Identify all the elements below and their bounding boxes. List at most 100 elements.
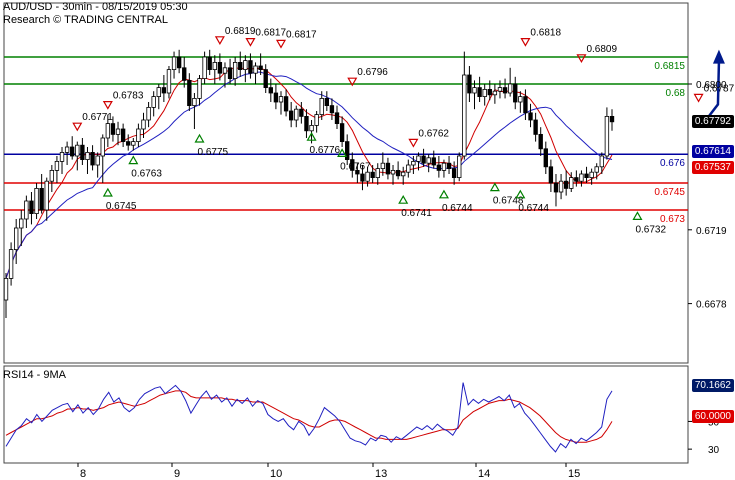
- swing-high-marker: [214, 36, 225, 46]
- swing-high-label: 0.6783: [113, 91, 144, 102]
- candle-body: [54, 160, 60, 171]
- level-label-resistance: 0.6815: [654, 61, 685, 72]
- candle-body: [416, 155, 421, 162]
- candle-body: [314, 114, 319, 126]
- candle-body: [304, 116, 309, 132]
- candle-body: [472, 87, 477, 94]
- candle-body: [579, 173, 584, 182]
- swing-low-marker: [398, 194, 409, 204]
- swing-low-label: 0.6741: [401, 208, 432, 219]
- candle-body: [85, 151, 90, 160]
- chart-attribution: Research © TRADING CENTRAL: [3, 14, 168, 26]
- candle-body: [136, 128, 141, 143]
- swing-low-marker: [102, 187, 113, 197]
- level-label-support: 0.673: [660, 214, 685, 225]
- swing-low-marker: [489, 182, 500, 192]
- swing-low-marker: [194, 133, 205, 143]
- x-tick-label: 13: [375, 468, 387, 480]
- candle-body: [309, 125, 314, 132]
- candle-body: [339, 123, 345, 142]
- candle-body: [406, 164, 411, 173]
- chart-canvas: 0.68150.680.6760.67450.673 0.67710.67830…: [3, 2, 735, 480]
- chart-frame: [3, 2, 689, 464]
- candle-body: [513, 83, 518, 103]
- rsi-panel-border: [3, 365, 689, 464]
- candle-body: [334, 112, 340, 125]
- candle-body: [518, 96, 523, 103]
- candle-body: [482, 89, 487, 98]
- candle-body: [95, 155, 100, 166]
- candle-body: [528, 112, 533, 121]
- swing-high-marker: [520, 37, 531, 47]
- candle-body: [548, 166, 554, 184]
- candle-body: [197, 78, 202, 99]
- swing-high-marker: [693, 93, 704, 103]
- candle-body: [446, 162, 452, 169]
- candle-body: [563, 180, 569, 189]
- last-price-tag: 0.67792: [691, 115, 734, 129]
- candle-body: [436, 164, 442, 171]
- candle-body: [533, 119, 538, 135]
- ma-fast-value-tag: 0.67537: [691, 161, 734, 175]
- rsi-line: [5, 382, 613, 453]
- candle-body: [120, 128, 126, 143]
- candle-body: [227, 67, 233, 80]
- candle-body: [156, 87, 161, 97]
- candle-body: [273, 92, 279, 103]
- axes: 8 9 10 13 14 150.68000.67190.66785030: [77, 80, 727, 480]
- candle-body: [171, 56, 177, 71]
- candle-body: [14, 227, 19, 251]
- candle-body: [263, 69, 268, 88]
- swing-high-label: 0.6771: [82, 112, 113, 123]
- candle-body: [110, 123, 116, 135]
- swing-low-label: 0.6732: [635, 224, 666, 235]
- candle-body: [166, 69, 172, 94]
- swing-high-label: 0.6796: [357, 67, 388, 78]
- swing-high-label: 0.6817: [255, 28, 286, 39]
- candle-body: [604, 116, 610, 157]
- rsi-value-tag: 70.1662: [691, 379, 734, 393]
- candle-body: [283, 96, 289, 112]
- candle-body: [49, 169, 55, 182]
- swing-high-label: 0.6762: [418, 128, 449, 139]
- candle-body: [421, 155, 426, 164]
- candle-body: [574, 177, 579, 182]
- rsi-level-tag: 60.0000: [691, 409, 734, 423]
- candle-body: [278, 96, 284, 103]
- y-tick-label: 0.6800: [696, 80, 727, 91]
- candle-body: [161, 87, 167, 94]
- candle-body: [19, 218, 24, 229]
- candle-body: [370, 171, 375, 178]
- candle-body: [457, 155, 462, 179]
- candle-body: [44, 180, 49, 211]
- swing-high-label: 0.6819: [225, 26, 256, 37]
- candle-body: [569, 177, 574, 189]
- candle-body: [141, 119, 146, 130]
- swing-high-marker: [576, 54, 587, 64]
- candle-body: [187, 80, 192, 107]
- candle-body: [395, 169, 401, 177]
- swing-low-label: 0.6763: [131, 169, 162, 180]
- candle-body: [294, 108, 299, 121]
- candle-body: [192, 98, 197, 107]
- ma-slow-line: [5, 71, 613, 279]
- x-tick-label: 14: [478, 468, 490, 480]
- target-arrow-head: [712, 49, 725, 64]
- candle-body: [431, 157, 436, 166]
- candle-body: [553, 182, 559, 193]
- candle-body: [451, 168, 457, 179]
- swing-low-label: 0.6745: [106, 201, 137, 212]
- candle-body: [329, 105, 335, 114]
- y-tick-label: 0.6678: [696, 300, 727, 311]
- chart-title: AUD/USD - 30min - 08/15/2019 05:30: [3, 1, 188, 13]
- ma-slow-value-tag: 0.67614: [691, 145, 734, 159]
- candle-body: [288, 110, 294, 121]
- candle-body: [146, 107, 151, 121]
- swing-low-label: 0.6776: [310, 145, 341, 156]
- key-levels: 0.6815 0.68 0.676 0.6745 0.673: [4, 56, 688, 225]
- candle-body: [299, 108, 304, 117]
- x-tick-label: 9: [174, 468, 180, 480]
- candle-body: [594, 166, 599, 173]
- candle-body: [538, 133, 543, 150]
- candle-body: [492, 90, 498, 96]
